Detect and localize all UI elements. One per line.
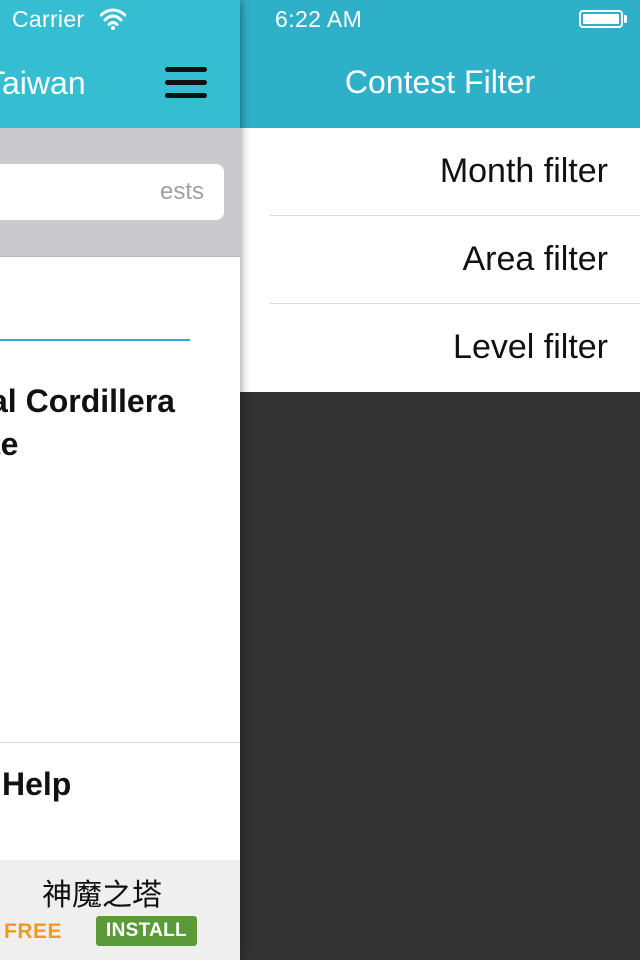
ad-install-button[interactable]: INSTALL (96, 916, 197, 946)
main-nav-bar: Carrier Taiwan (0, 0, 240, 128)
search-placeholder: ests (159, 178, 204, 205)
help-link[interactable]: Help (2, 766, 71, 803)
status-time: 6:22 AM (275, 6, 363, 32)
help-divider (0, 742, 240, 743)
search-input[interactable]: ests (0, 164, 224, 220)
hamburger-menu-icon[interactable] (162, 64, 210, 102)
area-filter-label: Area filter (462, 240, 609, 278)
search-bar: ests (0, 128, 240, 257)
ad-title: 神魔之塔 (42, 879, 162, 912)
level-filter-item[interactable]: Level filter (240, 304, 640, 392)
contest-title-line1: al Cordillera (0, 383, 175, 419)
filter-title: Contest Filter (344, 64, 536, 100)
main-panel: Carrier Taiwan ests al Cordillera te (0, 0, 240, 960)
app-screen: Carrier Taiwan ests al Cordillera te (0, 0, 640, 960)
month-filter-label: Month filter (439, 152, 608, 190)
month-filter-item[interactable]: Month filter (240, 128, 640, 216)
contest-title[interactable]: al Cordillera te (0, 380, 240, 466)
status-carrier: Carrier (12, 6, 85, 32)
wifi-icon (100, 8, 126, 30)
area-filter-item[interactable]: Area filter (240, 216, 640, 304)
level-filter-label: Level filter (453, 328, 608, 366)
battery-icon (579, 10, 627, 32)
ad-free-label: FREE (4, 920, 63, 943)
contest-title-line2: te (0, 426, 19, 462)
ad-banner[interactable]: 神魔之塔 FREE INSTALL (0, 860, 240, 960)
tab-underline (0, 339, 190, 341)
filter-nav-bar: 6:22 AM Contest Filter (240, 0, 640, 128)
main-page-title: Taiwan (0, 65, 86, 101)
filter-list: Month filter Area filter Level filter (240, 128, 640, 392)
